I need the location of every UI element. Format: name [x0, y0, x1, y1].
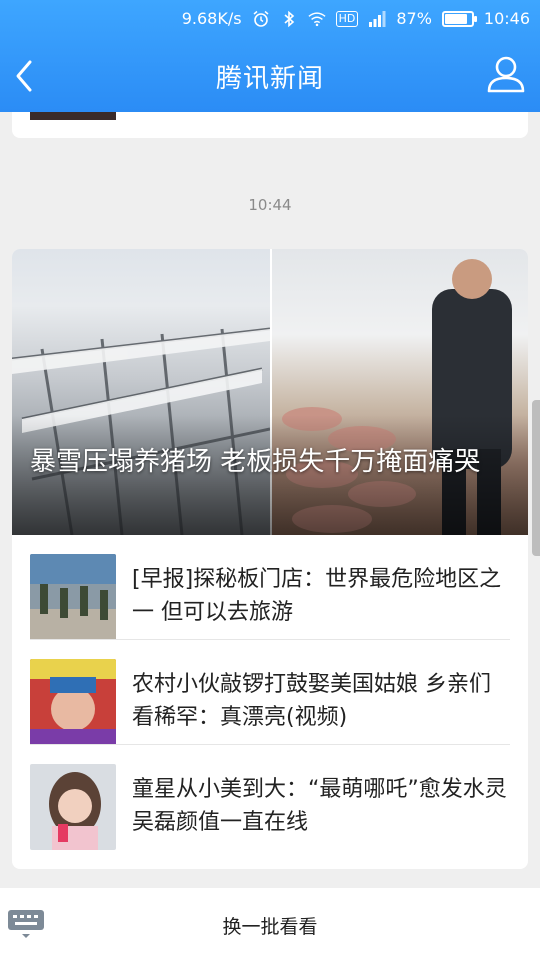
alarm-icon	[253, 10, 269, 27]
network-speed: 9.68K/s	[181, 9, 242, 28]
news-thumbnail	[30, 659, 116, 745]
wifi-icon	[308, 11, 326, 26]
previous-thumbnail	[30, 112, 116, 120]
news-thumbnail	[30, 764, 116, 850]
message-timestamp: 10:44	[248, 196, 292, 214]
signal-icon	[369, 10, 386, 27]
news-title: 童星从小美到大：“最萌哪吒”愈发水灵 吴磊颜值一直在线	[132, 777, 507, 835]
hero-article[interactable]: 暴雪压塌养猪场 老板损失千万掩面痛哭	[12, 249, 528, 535]
app-header: 9.68K/s HD 87% 10:46 腾讯新闻	[0, 0, 540, 112]
user-icon[interactable]	[484, 52, 528, 96]
clock: 10:46	[483, 9, 530, 28]
battery-fill	[444, 13, 468, 24]
news-item[interactable]: 农村小伙敲锣打鼓娶美国姑娘 乡亲们看稀罕：真漂亮(视频)	[30, 639, 510, 745]
hero-title: 暴雪压塌养猪场 老板损失千万掩面痛哭	[30, 447, 481, 477]
news-card: 暴雪压塌养猪场 老板损失千万掩面痛哭 [早报]探秘板门店：世界最危险地区之一 但…	[12, 249, 528, 869]
hd-badge: HD	[335, 10, 359, 27]
status-bar: 9.68K/s HD 87% 10:46	[0, 0, 540, 40]
news-item[interactable]: 童星从小美到大：“最萌哪吒”愈发水灵 吴磊颜值一直在线	[30, 744, 510, 850]
news-title: [早报]探秘板门店：世界最危险地区之一 但可以去旅游	[132, 567, 502, 625]
title-bar: 腾讯新闻	[0, 40, 540, 112]
news-item[interactable]: [早报]探秘板门店：世界最危险地区之一 但可以去旅游	[30, 535, 510, 640]
news-title: 农村小伙敲锣打鼓娶美国姑娘 乡亲们看稀罕：真漂亮(视频)	[132, 672, 491, 730]
scrollbar[interactable]	[532, 400, 540, 556]
page-title: 腾讯新闻	[215, 64, 324, 94]
previous-news-card[interactable]	[12, 112, 528, 138]
battery-percent: 87%	[396, 9, 432, 28]
bottom-bar: 换一批看看	[0, 888, 540, 960]
news-thumbnail	[30, 554, 116, 640]
bluetooth-icon	[284, 10, 294, 27]
battery-icon	[441, 10, 477, 27]
refresh-button[interactable]: 换一批看看	[0, 912, 540, 939]
news-list: [早报]探秘板门店：世界最危险地区之一 但可以去旅游 农村小伙敲锣打鼓娶美国姑娘…	[12, 535, 528, 850]
status-icons: 9.68K/s HD 87% 10:46	[182, 9, 530, 28]
